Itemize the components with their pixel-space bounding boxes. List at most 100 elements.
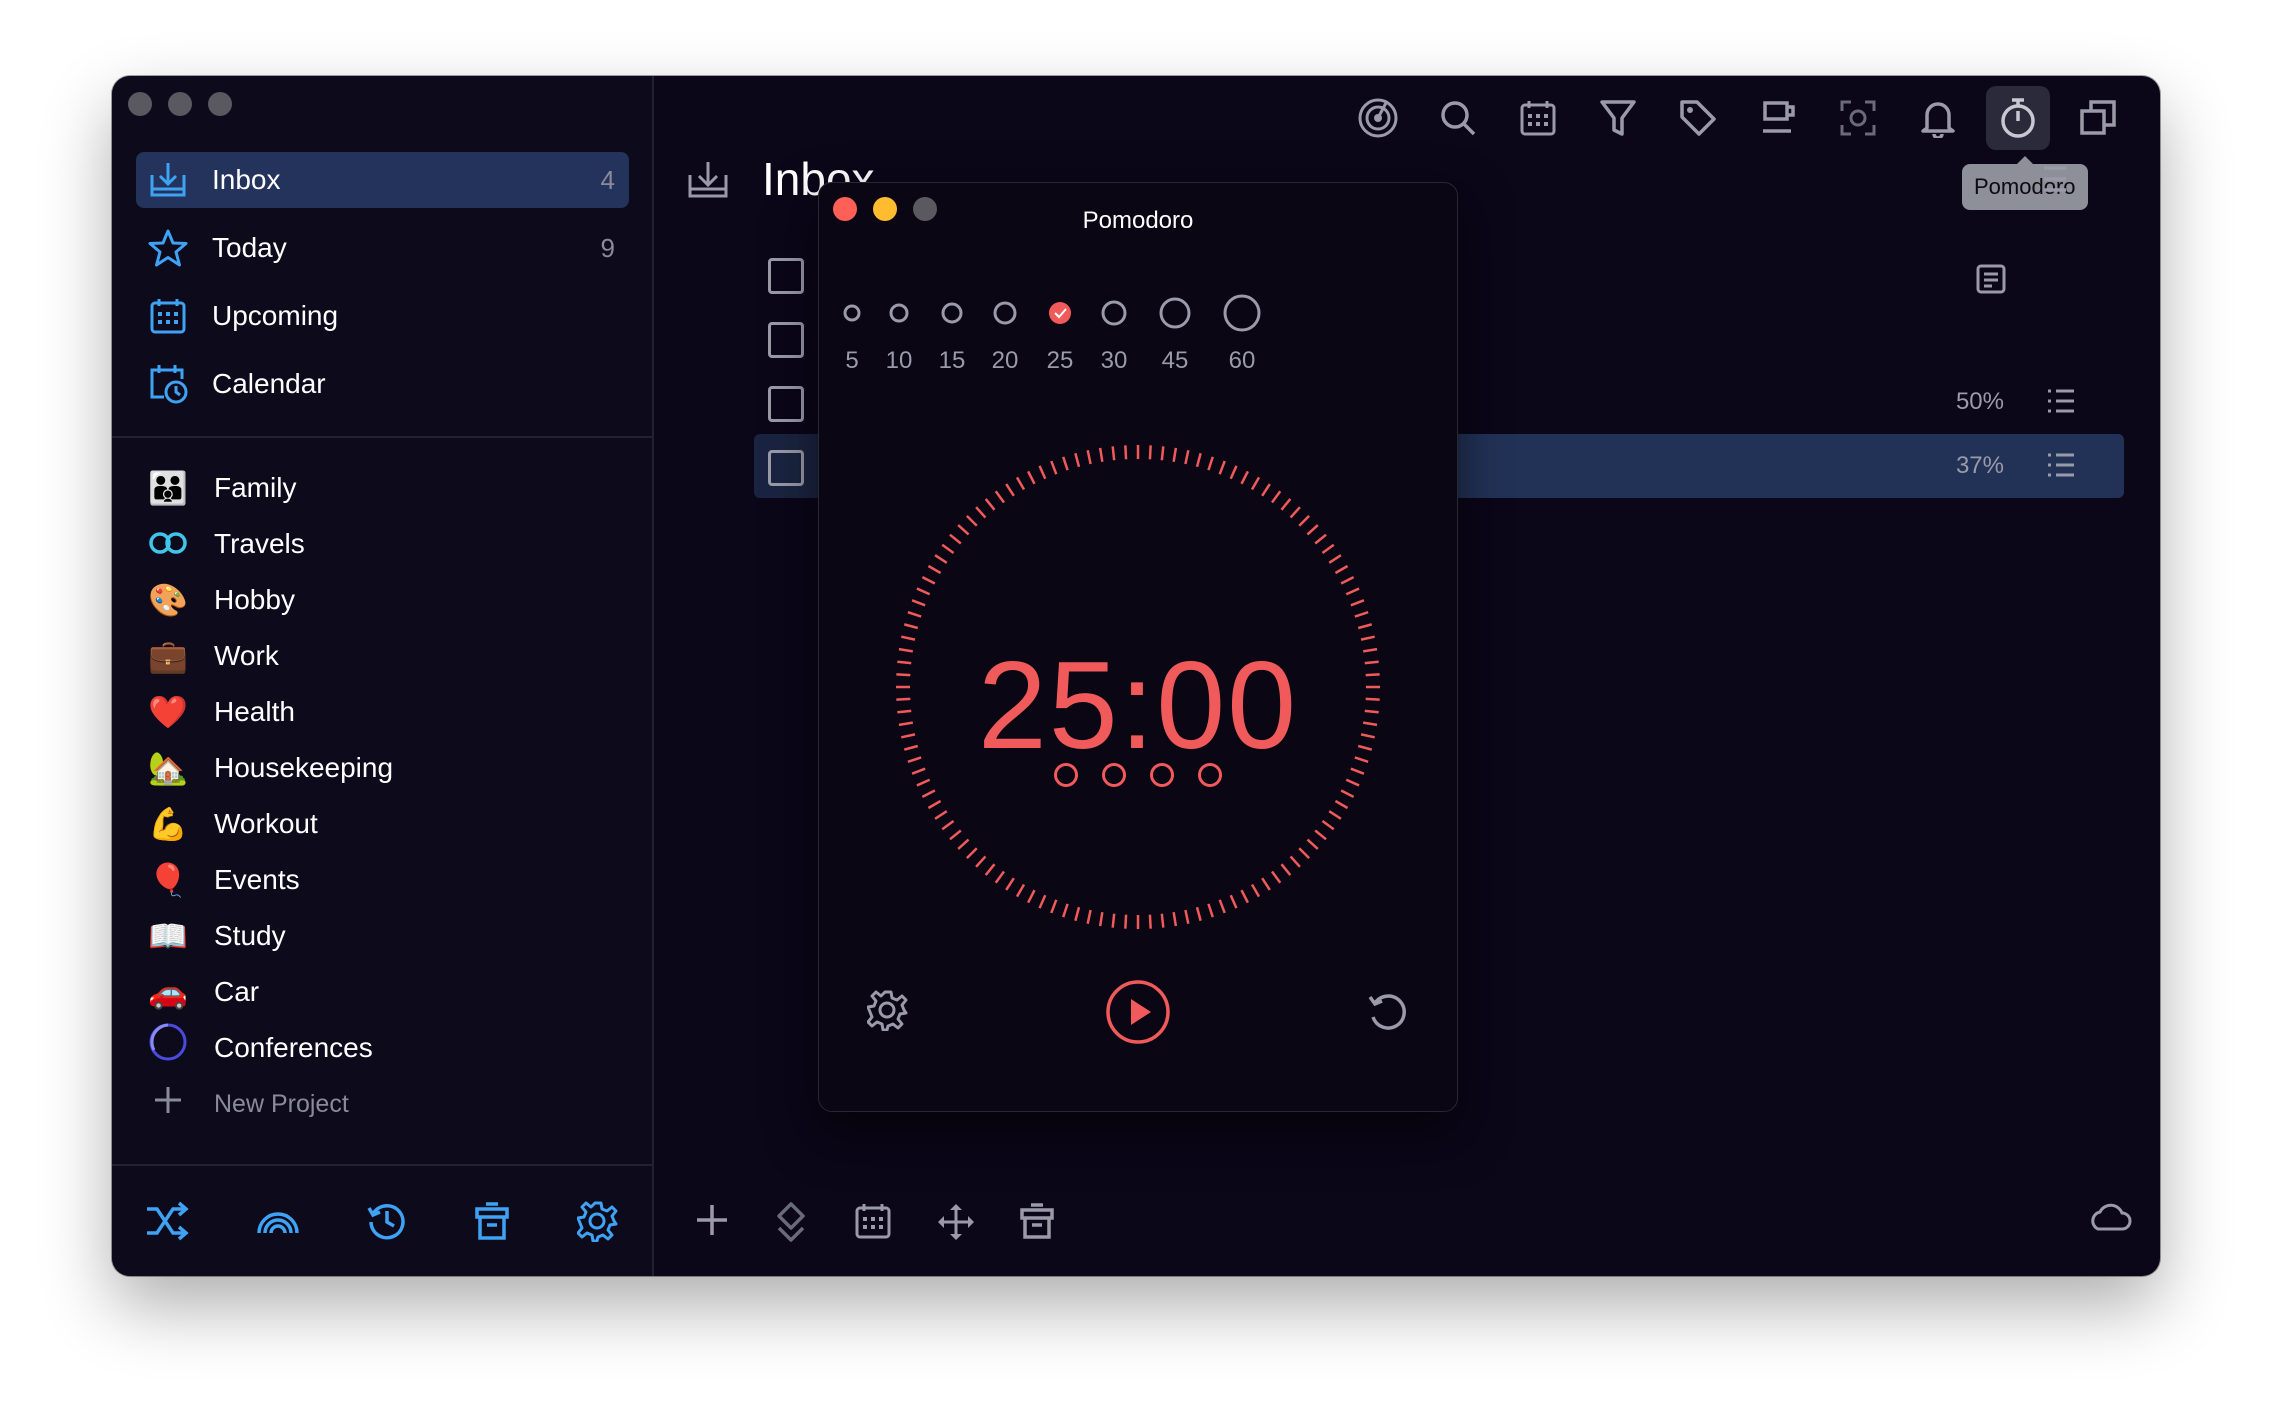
sidebar-item-inbox[interactable]: Inbox 4 xyxy=(136,152,629,208)
dial-tick xyxy=(1172,447,1178,463)
dial-tick xyxy=(1148,914,1152,929)
search-icon[interactable] xyxy=(1426,86,1490,150)
trash-icon[interactable] xyxy=(1020,1202,1054,1245)
task-checkbox[interactable] xyxy=(768,450,804,486)
duration-label: 10 xyxy=(885,347,913,374)
dial-tick xyxy=(1314,829,1327,841)
add-icon[interactable] xyxy=(694,1202,730,1243)
dial-tick xyxy=(949,533,962,545)
duration-option-45[interactable]: 45 xyxy=(1149,293,1201,375)
menu-icon[interactable] xyxy=(2044,164,2068,199)
new-project-button[interactable]: New Project xyxy=(136,1076,629,1132)
focus-icon[interactable] xyxy=(1346,86,1410,150)
project-travels[interactable]: Travels xyxy=(136,516,629,572)
dial-tick xyxy=(1357,623,1373,630)
history-icon[interactable] xyxy=(366,1200,408,1242)
dial-tick xyxy=(1218,460,1226,475)
duration-option-60[interactable]: 60 xyxy=(1213,293,1271,375)
project-events[interactable]: 🎈 Events xyxy=(136,852,629,908)
project-conferences[interactable]: Conferences xyxy=(136,1020,629,1076)
dial-tick xyxy=(994,870,1005,884)
dial-tick xyxy=(1261,483,1271,497)
cycle-indicator xyxy=(1054,763,1078,787)
dial-tick xyxy=(1038,465,1047,480)
capture-icon[interactable] xyxy=(1826,86,1890,150)
duration-label: 30 xyxy=(1100,347,1128,374)
task-checkbox[interactable] xyxy=(768,322,804,358)
tag-icon[interactable] xyxy=(1666,86,1730,150)
briefcase-icon: 💼 xyxy=(148,638,188,674)
dial-tick xyxy=(1062,456,1069,471)
dial-tick xyxy=(1314,533,1327,545)
project-label: Workout xyxy=(214,808,318,839)
dial-tick xyxy=(1328,810,1342,820)
dial-tick xyxy=(1321,820,1335,831)
zoom-window-button[interactable] xyxy=(208,92,232,116)
project-health[interactable]: ❤️ Health xyxy=(136,684,629,740)
plus-icon xyxy=(144,1080,192,1128)
project-workout[interactable]: 💪 Workout xyxy=(136,796,629,852)
dial-tick xyxy=(1172,911,1178,927)
dial-tick xyxy=(1271,490,1282,504)
duration-option-30[interactable]: 30 xyxy=(1091,293,1137,375)
dial-tick xyxy=(916,587,931,596)
project-family[interactable]: 👪 Family xyxy=(136,460,629,516)
coffee-icon[interactable] xyxy=(1746,86,1810,150)
timer-icon[interactable] xyxy=(1986,86,2050,150)
dial-tick xyxy=(1306,838,1319,850)
dial-tick xyxy=(941,820,955,831)
duration-option-25[interactable]: 25 xyxy=(1037,293,1083,375)
duration-selected-icon xyxy=(1049,302,1071,324)
project-work[interactable]: 💼 Work xyxy=(136,628,629,684)
dial-tick xyxy=(1340,576,1355,585)
move-icon[interactable] xyxy=(936,1202,976,1247)
bell-icon[interactable] xyxy=(1906,86,1970,150)
trash-icon[interactable] xyxy=(474,1201,510,1241)
cloud-icon[interactable] xyxy=(2088,1202,2132,1237)
calendar-clock-icon xyxy=(144,360,192,408)
dial-tick xyxy=(1340,789,1355,798)
shuffle-icon[interactable] xyxy=(145,1201,189,1241)
task-checkbox[interactable] xyxy=(768,258,804,294)
calendar-icon[interactable] xyxy=(854,1202,892,1245)
dial-tick xyxy=(1086,450,1092,465)
dial-tick xyxy=(1124,445,1128,460)
dial-tick xyxy=(965,514,978,527)
duration-option-20[interactable]: 20 xyxy=(983,293,1027,375)
task-checkbox[interactable] xyxy=(768,386,804,422)
reset-icon[interactable] xyxy=(1367,991,1409,1038)
project-label: Car xyxy=(214,976,260,1007)
duration-option-5[interactable]: 5 xyxy=(833,293,871,375)
priority-icon[interactable] xyxy=(776,1202,806,1247)
play-button[interactable] xyxy=(1105,979,1171,1050)
duration-option-15[interactable]: 15 xyxy=(931,293,973,375)
dial-tick xyxy=(1160,913,1165,928)
project-label: Health xyxy=(214,696,295,727)
sidebar-item-upcoming[interactable]: Upcoming xyxy=(136,288,629,344)
dial-tick xyxy=(1334,799,1349,810)
sidebar-item-calendar[interactable]: Calendar xyxy=(136,356,629,412)
project-study[interactable]: 📖 Study xyxy=(136,908,629,964)
project-label: Hobby xyxy=(214,584,295,615)
minimize-window-button[interactable] xyxy=(168,92,192,116)
inbox-count: 4 xyxy=(600,164,615,195)
filter-icon[interactable] xyxy=(1586,86,1650,150)
project-housekeeping[interactable]: 🏡 Housekeeping xyxy=(136,740,629,796)
dial-tick xyxy=(934,810,948,820)
settings-icon[interactable] xyxy=(576,1200,619,1242)
duration-label: 5 xyxy=(845,347,859,374)
sidebar-item-today[interactable]: Today 9 xyxy=(136,220,629,276)
project-label: Housekeeping xyxy=(214,752,394,783)
calendar-icon[interactable] xyxy=(1506,86,1570,150)
project-car[interactable]: 🚗 Car xyxy=(136,964,629,1020)
duration-option-10[interactable]: 10 xyxy=(879,293,919,375)
settings-icon[interactable] xyxy=(866,989,909,1036)
rainbow-icon[interactable] xyxy=(256,1207,300,1235)
close-window-button[interactable] xyxy=(128,92,152,116)
project-hobby[interactable]: 🎨 Hobby xyxy=(136,572,629,628)
inbox-header-icon xyxy=(686,160,730,205)
duration-circle-icon xyxy=(941,302,963,324)
sidebar-item-label: Upcoming xyxy=(212,300,339,331)
copy-icon[interactable] xyxy=(2066,86,2130,150)
dial-tick xyxy=(1298,514,1311,527)
